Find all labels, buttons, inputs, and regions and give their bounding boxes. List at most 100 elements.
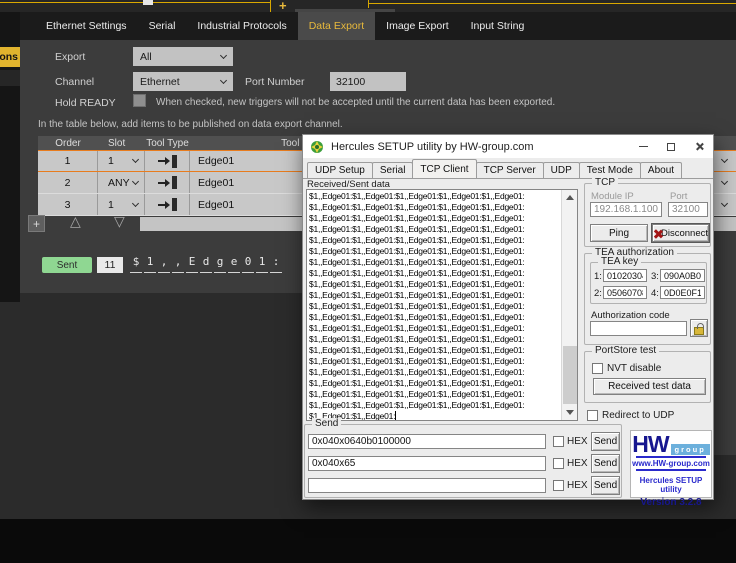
tool-type-icon	[157, 154, 177, 168]
port-field[interactable]	[668, 202, 708, 217]
slot-dropdown[interactable]: 1	[98, 194, 145, 215]
send-button-3[interactable]: Send	[591, 476, 620, 495]
tab-about[interactable]: About	[639, 162, 683, 178]
tab-tcp-server[interactable]: TCP Server	[475, 162, 544, 178]
order-cell: 2	[38, 172, 98, 193]
tab-industrial-protocols[interactable]: Industrial Protocols	[186, 12, 297, 40]
send-field-3[interactable]	[308, 478, 546, 493]
send-group: Send HEX Send HEX Send HEX Send	[304, 418, 622, 498]
logo-url: www.HW-group.com	[632, 459, 710, 468]
hex-checkbox-1[interactable]	[553, 436, 564, 447]
close-button[interactable]	[685, 135, 713, 158]
scroll-up-button[interactable]	[562, 190, 577, 205]
hex-checkbox-3[interactable]	[553, 480, 564, 491]
chevron-down-icon	[131, 199, 140, 207]
sidebar-item-communications[interactable]: ions	[0, 47, 20, 67]
hex-label-2: HEX	[567, 458, 588, 469]
top-toolbar-fragment: +	[0, 0, 736, 13]
vertical-scrollbar[interactable]	[561, 190, 577, 420]
disconnect-label: Disconnect	[661, 227, 708, 239]
data-line: $1,,Edge01:$1,,Edge01:$1,,Edge01:$1,,Edg…	[309, 268, 525, 278]
tea-key-3-field[interactable]	[660, 269, 705, 282]
export-dropdown[interactable]: All	[133, 47, 233, 66]
data-line: $1,,Edge01:$1,,Edge01:$1,,Edge01:$1,,Edg…	[309, 389, 525, 399]
minimize-button[interactable]	[629, 135, 657, 158]
hold-ready-hint: When checked, new triggers will not be a…	[156, 97, 556, 108]
export-label: Export	[55, 51, 86, 63]
tab-data-export[interactable]: Data Export	[297, 12, 376, 40]
scroll-down-button[interactable]	[562, 405, 577, 420]
move-up-button[interactable]: △	[70, 214, 81, 228]
tea-key-2-field[interactable]	[603, 286, 647, 299]
received-test-data-button[interactable]: Received test data	[593, 378, 706, 395]
redirect-to-udp-checkbox[interactable]	[587, 410, 598, 421]
authorization-code-field[interactable]	[590, 321, 687, 336]
port-number-field[interactable]: 32100	[330, 72, 406, 91]
payload-char: e	[228, 255, 240, 273]
nvt-disable-label: NVT disable	[607, 363, 662, 374]
tool-type-icon	[157, 176, 177, 189]
send-field-2[interactable]	[308, 456, 546, 471]
app-tab-bar: Ethernet Settings Serial Industrial Prot…	[0, 12, 736, 40]
window-title: Hercules SETUP utility by HW-group.com	[331, 140, 534, 153]
hex-label-1: HEX	[567, 436, 588, 447]
slot-dropdown[interactable]: ANY	[98, 172, 145, 193]
tab-ethernet-settings[interactable]: Ethernet Settings	[35, 12, 138, 40]
tab-serial[interactable]: Serial	[138, 12, 187, 40]
tea-authorization-group: TEA authorization TEA key 1: 3: 2: 4: Au…	[584, 247, 711, 345]
maximize-button[interactable]	[657, 135, 685, 158]
hex-checkbox-2[interactable]	[553, 458, 564, 469]
tab-tcp-client[interactable]: TCP Client	[412, 159, 477, 178]
table-note: In the table below, add items to be publ…	[38, 119, 343, 130]
scroll-up-icon	[566, 195, 574, 200]
data-line: $1,,Edge01:$1,,Edge01:$1,,Edge01:$1,,Edg…	[309, 345, 525, 355]
tea-key-1-field[interactable]	[603, 269, 647, 282]
port-number-label: Port Number	[245, 76, 305, 88]
toolbar-accent-line	[368, 3, 736, 4]
tea-key-group: TEA key 1: 3: 2: 4:	[590, 256, 707, 304]
toolbar-accent-tick	[270, 0, 271, 12]
authorization-code-label: Authorization code	[591, 310, 670, 321]
tool-type-cell[interactable]	[145, 172, 190, 193]
send-button-2[interactable]: Send	[591, 454, 620, 473]
channel-dropdown[interactable]: Ethernet	[133, 72, 233, 91]
scrollbar-thumb[interactable]	[563, 346, 577, 404]
module-ip-field[interactable]	[590, 202, 662, 217]
sent-status-button[interactable]: Sent	[42, 257, 92, 273]
logo-hw-text: HW	[632, 431, 669, 457]
scroll-down-icon	[566, 410, 574, 415]
received-data-area[interactable]: $1,,Edge01:$1,,Edge01:$1,,Edge01:$1,,Edg…	[306, 189, 578, 421]
slot-dropdown[interactable]: 1	[98, 151, 145, 171]
disconnect-button[interactable]: Disconnect	[652, 224, 709, 242]
tab-udp-setup[interactable]: UDP Setup	[307, 162, 373, 178]
move-down-button[interactable]: ▽	[114, 214, 125, 228]
slot-value: 1	[108, 198, 114, 211]
hold-ready-label: Hold READY	[55, 97, 116, 109]
hold-ready-checkbox[interactable]	[133, 94, 146, 107]
nvt-disable-checkbox[interactable]	[592, 363, 603, 374]
lock-button[interactable]	[690, 319, 708, 337]
ping-button[interactable]: Ping	[590, 224, 648, 242]
channel-label: Channel	[55, 76, 95, 88]
payload-char: 1	[256, 255, 268, 273]
tea-key-4-field[interactable]	[660, 286, 705, 299]
tool-type-cell[interactable]	[145, 151, 190, 171]
tool-type-cell[interactable]	[145, 194, 190, 215]
slot-value: ANY	[108, 176, 130, 189]
add-row-button[interactable]: +	[28, 215, 45, 232]
send-field-1[interactable]	[308, 434, 546, 449]
data-line: $1,,Edge01:$1,,Edge01:$1,,Edge01:$1,,Edg…	[309, 246, 525, 256]
order-cell: 3	[38, 194, 98, 215]
tab-input-string[interactable]: Input String	[460, 12, 536, 40]
payload-char: E	[186, 255, 198, 273]
data-line: $1,,Edge01:$1,,Edge01:$1,,Edge01:$1,,Edg…	[309, 301, 525, 311]
tab-test-mode[interactable]: Test Mode	[578, 162, 641, 178]
send-button-1[interactable]: Send	[591, 432, 620, 451]
tab-serial[interactable]: Serial	[371, 162, 414, 178]
data-line: $1,,Edge01:$1,,Edge01:$1,,Edge01:$1,,Edg…	[309, 279, 525, 289]
tab-image-export[interactable]: Image Export	[375, 12, 459, 40]
logo-group-text: group	[670, 444, 710, 455]
payload-char: ,	[158, 255, 170, 273]
hercules-tab-bar: UDP Setup Serial TCP Client TCP Server U…	[305, 158, 715, 178]
tab-udp[interactable]: UDP	[542, 162, 580, 178]
